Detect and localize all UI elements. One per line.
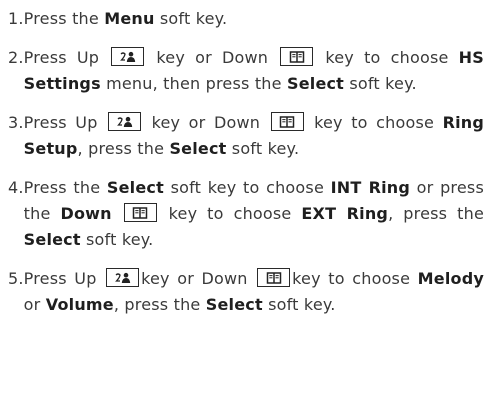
step-text-segment: , press the [77,139,170,158]
step-text-segment: soft key. [226,139,300,158]
step-text-segment: menu, then press the [100,74,287,93]
instruction-step: 3. Press Up key or Down key to choose Rin… [8,110,484,162]
step-text-segment: key to choose [292,269,418,288]
step-number: 5. [8,269,24,288]
step-text-segment: soft key to choose [163,178,331,197]
step-text-segment: , press the [388,204,485,223]
emphasized-term: INT Ring [330,178,411,197]
step-text-segment: soft key. [344,74,417,93]
phonebook-key-icon [270,112,304,131]
step-text: Press the Select soft key to choose INT … [24,175,484,253]
instruction-step: 1. Press the Menu soft key. [8,6,484,32]
emphasized-term: Down [60,204,112,223]
emphasized-term: Select [205,295,263,314]
step-text-segment: key or Down [146,48,279,67]
instruction-page: 1. Press the Menu soft key. 2. Press Up key… [0,0,490,398]
step-text-segment: Press Up [23,113,107,132]
phonebook-key-icon [280,47,314,66]
contacts-key-icon [108,112,142,131]
step-text-segment: soft key. [80,230,154,249]
step-text-segment: soft key. [262,295,336,314]
step-text: Press Up key or Down key to choose Melod… [24,266,484,318]
step-text-segment: Press the [23,9,105,28]
emphasized-term: Melody [417,269,484,288]
step-text-segment: key or Down [141,269,256,288]
step-number: 4. [8,178,24,197]
emphasized-term: Select [23,230,81,249]
emphasized-term: EXT Ring [301,204,389,223]
step-text: Press Up key or Down key to choose HS Se… [24,45,484,97]
step-number: 1. [8,9,24,28]
step-text-segment: soft key. [154,9,228,28]
emphasized-term: Volume [45,295,114,314]
emphasized-term: Select [169,139,227,158]
step-text-segment: , press the [113,295,206,314]
contacts-key-icon [106,268,140,287]
step-text-segment: key or Down [143,113,269,132]
step-text-segment: or [23,295,46,314]
phonebook-key-icon [123,203,157,222]
step-text-segment: Press the [23,178,107,197]
step-text-segment: Press Up [23,269,105,288]
step-text-segment: key to choose [305,113,443,132]
step-text: Press the Menu soft key. [24,6,484,32]
contacts-key-icon [111,47,145,66]
step-text-segment: key to choose [315,48,459,67]
step-text-segment [112,204,122,223]
instruction-step: 4. Press the Select soft key to choose IN… [8,175,484,253]
step-text-segment: Press Up [23,48,110,67]
step-number: 3. [8,113,24,132]
steps-list: 1. Press the Menu soft key. 2. Press Up key… [8,6,484,318]
instruction-step: 2. Press Up key or Down key to choose HS … [8,45,484,97]
step-text-segment: key to choose [158,204,302,223]
emphasized-term: Select [106,178,164,197]
emphasized-term: Menu [104,9,155,28]
instruction-step: 5. Press Up key or Down key to choose Mel… [8,266,484,318]
step-number: 2. [8,48,24,67]
phonebook-key-icon [257,268,291,287]
step-text: Press Up key or Down key to choose Ring … [24,110,484,162]
emphasized-term: Select [286,74,345,93]
